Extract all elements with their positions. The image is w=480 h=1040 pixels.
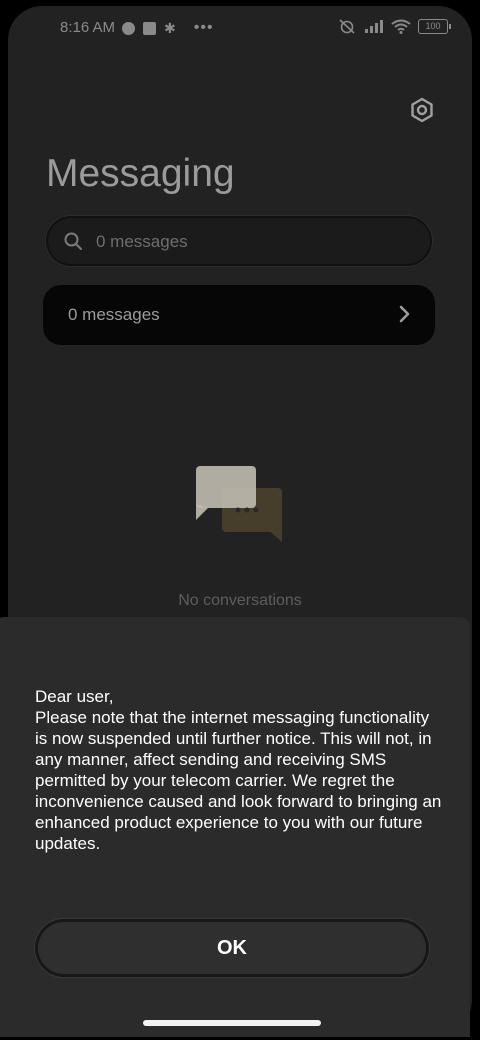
empty-state-text: No conversations [178, 592, 302, 609]
notification-gear-icon: ✱ [164, 20, 176, 36]
dialog-greeting: Dear user, [35, 687, 114, 706]
chevron-right-icon [399, 305, 410, 323]
dialog-body: Please note that the internet messaging … [35, 708, 442, 853]
messages-count-label: 0 messages [68, 305, 160, 324]
ok-button[interactable]: OK [35, 919, 429, 977]
page-title: Messaging [46, 152, 235, 195]
alarm-off-icon [339, 19, 355, 34]
notification-app-icon [122, 21, 135, 35]
signal-icon [365, 20, 383, 33]
messages-summary-card[interactable]: 0 messages [43, 285, 435, 345]
battery-icon: 100 [418, 18, 451, 34]
search-icon [64, 232, 82, 250]
home-indicator[interactable] [143, 1020, 321, 1026]
settings-button[interactable] [404, 92, 440, 128]
more-notifications-icon: ••• [193, 19, 214, 36]
dialog-message: Dear user, Please note that the internet… [35, 686, 445, 854]
status-time: 8:16 AM [60, 19, 116, 36]
status-system-icons: 100 [337, 18, 451, 34]
chat-bubbles-icon [196, 466, 282, 542]
status-bar: 8:16 AM ✱ ••• 100 [8, 6, 472, 50]
notification-square-icon [143, 21, 156, 35]
wifi-icon [391, 19, 411, 34]
device-frame: 8:16 AM ✱ ••• 100 Messaging 0 messages 0… [0, 0, 480, 1040]
settings-icon [411, 97, 433, 123]
search-input[interactable] [94, 216, 418, 268]
status-notification-icons: ✱ ••• [122, 19, 214, 37]
search-bar[interactable] [46, 216, 432, 268]
